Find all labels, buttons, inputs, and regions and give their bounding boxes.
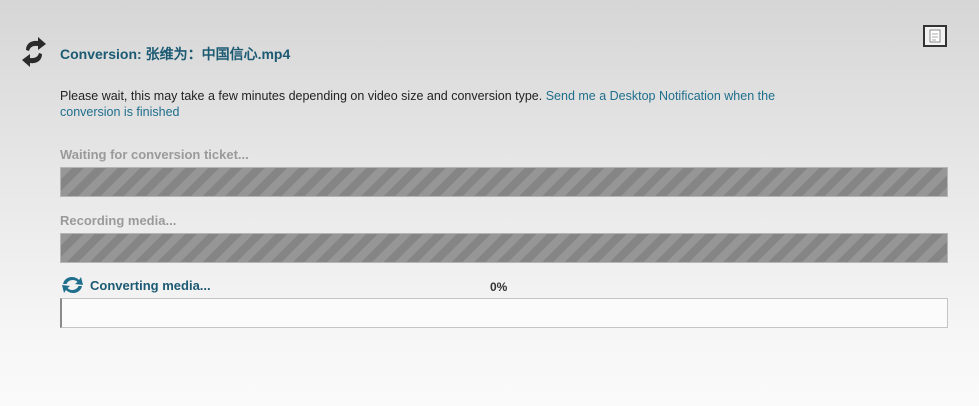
step-waiting-label: Waiting for conversion ticket... <box>60 147 249 162</box>
step-converting-label: Converting media... <box>90 277 211 293</box>
dialog-title: Conversion: 张维为：中国信心.mp4 <box>60 44 290 64</box>
conversion-swap-icon <box>22 37 46 67</box>
step-waiting-progress-bar <box>60 167 948 197</box>
title-prefix: Conversion: <box>60 46 142 62</box>
step-converting-header: Converting media... <box>60 275 211 295</box>
title-filename: 张维为：中国信心.mp4 <box>145 46 291 62</box>
step-converting-progress-bar <box>60 298 948 328</box>
info-message: Please wait, this may take a few minutes… <box>60 88 780 120</box>
step-recording-label: Recording media... <box>60 213 177 228</box>
wait-message: Please wait, this may take a few minutes… <box>60 89 543 103</box>
document-close-icon <box>929 29 941 43</box>
progress-percent: 0% <box>490 280 508 294</box>
refresh-icon <box>62 276 83 294</box>
close-button[interactable] <box>923 25 947 47</box>
step-recording-progress-bar <box>60 233 948 263</box>
